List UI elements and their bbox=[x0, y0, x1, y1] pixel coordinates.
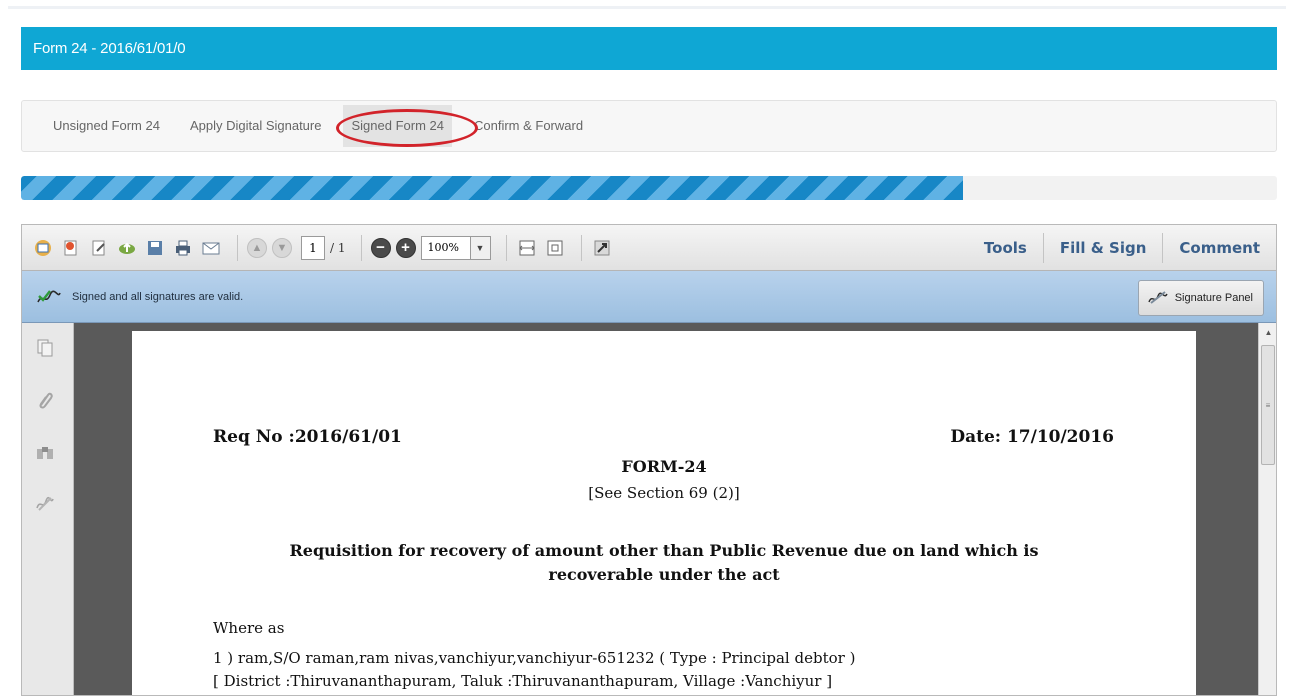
toolbar-divider bbox=[505, 234, 507, 261]
requisition-heading-line-2: recoverable under the act bbox=[548, 565, 780, 584]
search-binoculars-icon[interactable] bbox=[34, 441, 56, 463]
scroll-thumb[interactable]: ≡ bbox=[1261, 345, 1275, 465]
signature-status-bar: Signed and all signatures are valid. Sig… bbox=[22, 271, 1276, 323]
pdf-toolbar: ▲ ▼ 1 / 1 − + 100% ▼ Tools Fill & Sign C… bbox=[22, 225, 1276, 271]
toolbar-divider bbox=[360, 234, 362, 261]
fill-sign-link[interactable]: Fill & Sign bbox=[1042, 233, 1163, 263]
convert-pdf-icon[interactable] bbox=[60, 237, 82, 259]
signature-pen-icon bbox=[1148, 291, 1168, 304]
toolbar-divider bbox=[237, 234, 238, 261]
pdf-viewer: ▲ ▼ 1 / 1 − + 100% ▼ Tools Fill & Sign C… bbox=[21, 224, 1277, 696]
email-icon[interactable] bbox=[200, 237, 222, 259]
tab-confirm-forward[interactable]: Confirm & Forward bbox=[474, 105, 583, 147]
document-area: Req No :2016/61/01 Date: 17/10/2016 FORM… bbox=[74, 323, 1258, 695]
form-title-bar: Form 24 - 2016/61/01/0 bbox=[21, 27, 1277, 70]
next-page-icon[interactable]: ▼ bbox=[272, 237, 292, 258]
vertical-scrollbar[interactable]: ▲ ≡ bbox=[1258, 323, 1276, 695]
progress-fill bbox=[21, 176, 963, 200]
page-thumbnails-icon[interactable] bbox=[34, 337, 56, 359]
toolbar-divider bbox=[580, 234, 582, 261]
debtor-line: 1 ) ram,S/O raman,ram nivas,vanchiyur,va… bbox=[213, 649, 856, 667]
form-title: Form 24 - 2016/61/01/0 bbox=[33, 40, 186, 57]
tab-unsigned-form[interactable]: Unsigned Form 24 bbox=[53, 105, 160, 147]
fit-page-icon[interactable] bbox=[544, 237, 566, 259]
signature-status-text: Signed and all signatures are valid. bbox=[72, 290, 244, 303]
zoom-level-select[interactable]: 100% bbox=[420, 235, 471, 260]
progress-bar bbox=[21, 176, 1277, 200]
page-total: / 1 bbox=[330, 240, 346, 255]
where-as-text: Where as bbox=[213, 619, 285, 637]
page-number-input[interactable]: 1 bbox=[301, 235, 325, 260]
requisition-heading: Requisition for recovery of amount other… bbox=[132, 539, 1196, 587]
zoom-dropdown-arrow-icon[interactable]: ▼ bbox=[470, 235, 491, 260]
signature-panel-button[interactable]: Signature Panel bbox=[1137, 280, 1264, 316]
wizard-tabs: Unsigned Form 24 Apply Digital Signature… bbox=[21, 100, 1277, 152]
navigation-rail bbox=[22, 323, 74, 695]
fit-width-icon[interactable] bbox=[516, 237, 538, 259]
tools-link[interactable]: Tools bbox=[968, 233, 1043, 263]
previous-page-icon[interactable]: ▲ bbox=[247, 237, 267, 258]
section-reference: [See Section 69 (2)] bbox=[588, 484, 740, 502]
cloud-upload-icon[interactable] bbox=[116, 237, 138, 259]
print-icon[interactable] bbox=[172, 237, 194, 259]
zoom-out-icon[interactable]: − bbox=[370, 237, 391, 258]
requisition-heading-line-1: Requisition for recovery of amount other… bbox=[289, 541, 1039, 560]
signature-valid-icon bbox=[37, 289, 61, 302]
comment-link[interactable]: Comment bbox=[1162, 233, 1276, 263]
save-icon[interactable] bbox=[144, 237, 166, 259]
fullscreen-icon[interactable] bbox=[591, 237, 613, 259]
pdf-page: Req No :2016/61/01 Date: 17/10/2016 FORM… bbox=[132, 331, 1196, 695]
tab-signed-form[interactable]: Signed Form 24 bbox=[336, 105, 478, 147]
scroll-up-arrow-icon[interactable]: ▲ bbox=[1259, 323, 1276, 341]
location-line: [ District :Thiruvananthapuram, Taluk :T… bbox=[213, 672, 833, 690]
signatures-icon[interactable] bbox=[34, 493, 56, 515]
attachments-icon[interactable] bbox=[34, 389, 56, 411]
tab-apply-digital-signature[interactable]: Apply Digital Signature bbox=[190, 105, 322, 147]
toolbar-right-links: Tools Fill & Sign Comment bbox=[968, 225, 1276, 271]
signature-panel-label: Signature Panel bbox=[1174, 292, 1253, 304]
document-form-title: FORM-24 bbox=[621, 457, 707, 476]
request-date: Date: 17/10/2016 bbox=[950, 427, 1114, 447]
request-number: Req No :2016/61/01 bbox=[213, 427, 402, 447]
zoom-in-icon[interactable]: + bbox=[395, 237, 416, 258]
edit-pdf-icon[interactable] bbox=[88, 237, 110, 259]
create-pdf-icon[interactable] bbox=[32, 237, 54, 259]
